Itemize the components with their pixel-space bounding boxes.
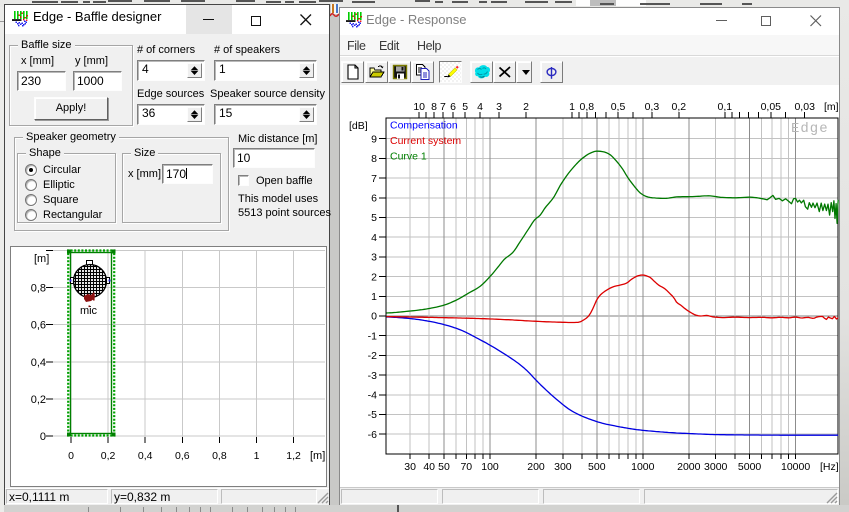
svg-text:0,1: 0,1 [717, 101, 732, 113]
svg-text:0,05: 0,05 [761, 101, 782, 113]
svg-text:Compensation: Compensation [390, 120, 458, 132]
svg-text:0,8: 0,8 [31, 283, 46, 295]
svg-text:-3: -3 [368, 370, 377, 382]
svg-text:1: 1 [371, 291, 377, 303]
svg-text:9: 9 [371, 133, 377, 145]
svg-text:5: 5 [371, 212, 377, 224]
svg-text:0,8: 0,8 [212, 450, 227, 462]
svg-text:0: 0 [68, 450, 74, 462]
svg-text:1: 1 [254, 450, 260, 462]
svg-text:3000: 3000 [704, 461, 728, 473]
svg-text:Edge: Edge [791, 121, 829, 137]
svg-text:70: 70 [460, 461, 472, 473]
svg-text:7: 7 [440, 101, 446, 113]
svg-text:200: 200 [527, 461, 545, 473]
svg-text:[m]: [m] [310, 450, 325, 462]
svg-text:2000: 2000 [677, 461, 701, 473]
svg-text:-4: -4 [368, 390, 377, 402]
svg-text:6: 6 [371, 193, 377, 205]
svg-text:2: 2 [371, 271, 377, 283]
svg-text:0,6: 0,6 [31, 320, 46, 332]
svg-text:0,6: 0,6 [175, 450, 190, 462]
svg-text:[m]: [m] [824, 101, 839, 113]
svg-text:0: 0 [40, 431, 46, 443]
svg-text:0,4: 0,4 [31, 357, 46, 369]
svg-text:5: 5 [462, 101, 468, 113]
svg-text:2: 2 [523, 101, 529, 113]
svg-text:100: 100 [481, 461, 499, 473]
svg-text:[dB]: [dB] [349, 120, 368, 132]
svg-text:0,2: 0,2 [671, 101, 686, 113]
svg-text:[Hz]: [Hz] [820, 461, 839, 473]
svg-text:4: 4 [371, 232, 377, 244]
svg-text:-2: -2 [368, 350, 377, 362]
svg-text:Curve 1: Curve 1 [390, 151, 427, 163]
svg-text:0,4: 0,4 [138, 450, 153, 462]
svg-text:3: 3 [371, 252, 377, 264]
svg-text:10000: 10000 [781, 461, 810, 473]
svg-text:-5: -5 [368, 409, 377, 421]
svg-text:500: 500 [588, 461, 606, 473]
svg-text:mic: mic [80, 305, 98, 317]
svg-text:Current system: Current system [390, 135, 461, 147]
svg-text:[m]: [m] [34, 253, 49, 265]
svg-text:0,2: 0,2 [31, 394, 46, 406]
svg-text:8: 8 [431, 101, 437, 113]
svg-text:5000: 5000 [738, 461, 762, 473]
svg-text:-1: -1 [368, 330, 377, 342]
svg-text:0,2: 0,2 [101, 450, 116, 462]
svg-text:40: 40 [423, 461, 435, 473]
svg-text:0: 0 [371, 311, 377, 323]
svg-text:3: 3 [496, 101, 502, 113]
svg-text:0,8: 0,8 [579, 101, 594, 113]
svg-text:7: 7 [371, 173, 377, 185]
svg-text:6: 6 [450, 101, 456, 113]
svg-text:0,03: 0,03 [794, 101, 815, 113]
svg-text:4: 4 [477, 101, 483, 113]
svg-text:1: 1 [569, 101, 575, 113]
svg-text:50: 50 [438, 461, 450, 473]
svg-text:0,3: 0,3 [645, 101, 660, 113]
svg-text:1,2: 1,2 [286, 450, 301, 462]
svg-text:300: 300 [554, 461, 572, 473]
svg-text:30: 30 [404, 461, 416, 473]
svg-text:0,5: 0,5 [611, 101, 626, 113]
svg-text:-6: -6 [368, 429, 377, 441]
svg-text:1000: 1000 [631, 461, 655, 473]
svg-text:8: 8 [371, 153, 377, 165]
svg-text:10: 10 [413, 101, 425, 113]
